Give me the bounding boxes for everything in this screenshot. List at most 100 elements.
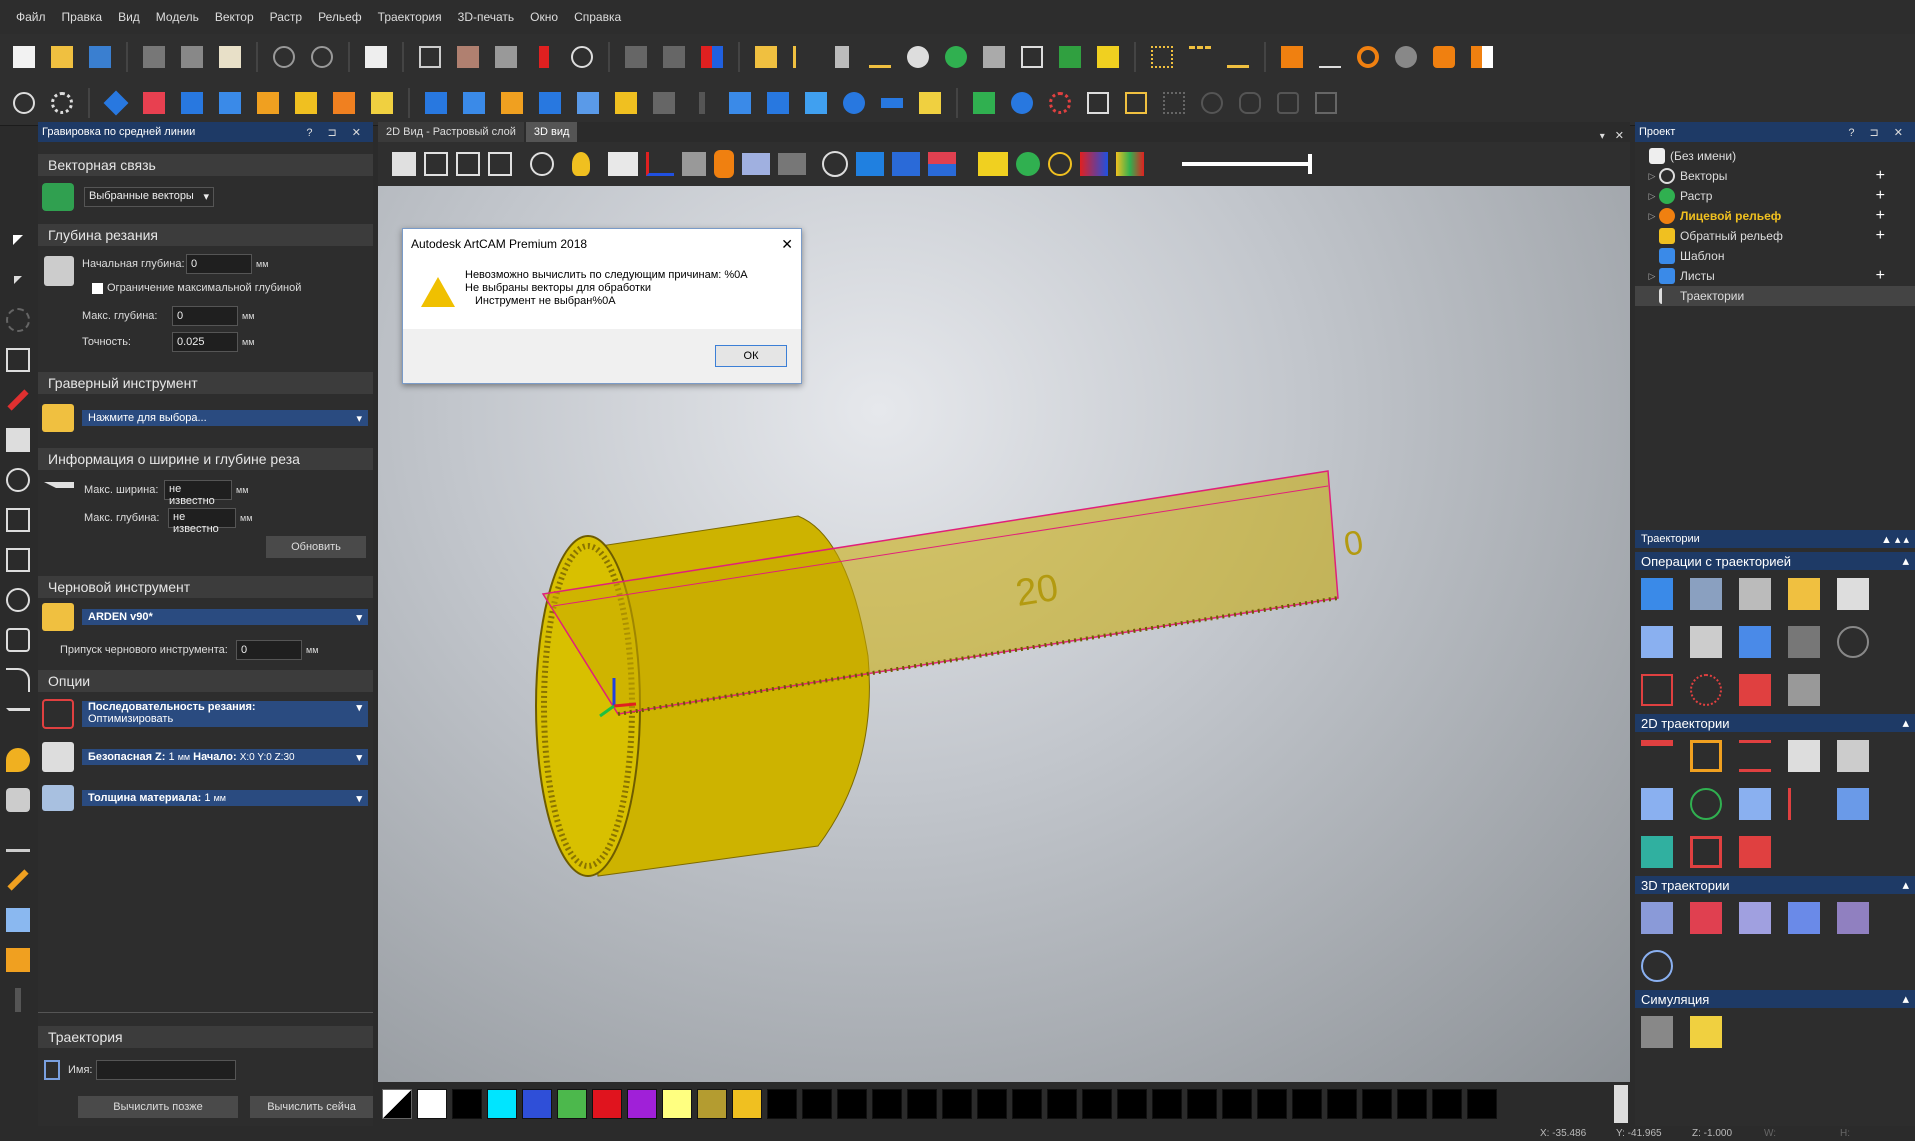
- 3d-red-icon[interactable]: [1690, 902, 1722, 934]
- collapse-icon[interactable]: ▴: [1902, 715, 1909, 731]
- collapse-icon[interactable]: ▴: [1902, 877, 1909, 893]
- brush-tool[interactable]: [0, 860, 36, 900]
- color-swatch[interactable]: [907, 1089, 937, 1119]
- tree-item-template[interactable]: Шаблон: [1635, 246, 1915, 266]
- color-swatch[interactable]: [872, 1089, 902, 1119]
- relief-op-29[interactable]: [1234, 87, 1266, 119]
- add-relief-icon[interactable]: +: [1876, 207, 1885, 225]
- panel-title-buttons[interactable]: ? ⊐ ✕: [306, 126, 367, 139]
- color-swatch[interactable]: [522, 1089, 552, 1119]
- save-toolpath-icon[interactable]: [1641, 578, 1673, 610]
- vector-tool-6[interactable]: [978, 41, 1010, 73]
- tree-item-sheets[interactable]: ▷ Листы +: [1635, 266, 1915, 286]
- add-relief-button[interactable]: [968, 87, 1000, 119]
- add-raster-icon[interactable]: +: [1876, 187, 1885, 205]
- relief-tool-5[interactable]: [1428, 41, 1460, 73]
- quality-slider[interactable]: [1182, 154, 1312, 174]
- drop-tool[interactable]: [0, 740, 36, 780]
- smudge-tool[interactable]: [0, 980, 36, 1020]
- snap-button[interactable]: [620, 41, 652, 73]
- tab-3d-view[interactable]: 3D вид: [525, 122, 578, 142]
- relief-op-25[interactable]: [1082, 87, 1114, 119]
- green-cross-icon[interactable]: [1690, 788, 1722, 820]
- vector-tool-5[interactable]: [940, 41, 972, 73]
- rotate-tool[interactable]: [0, 300, 36, 340]
- sculpt-tool[interactable]: [0, 780, 36, 820]
- color-wedge-icon[interactable]: [1116, 152, 1144, 176]
- color-swatch[interactable]: [1152, 1089, 1182, 1119]
- gray-grid-icon[interactable]: [1788, 626, 1820, 658]
- tab-menu-icon[interactable]: ▾: [1600, 131, 1605, 142]
- color-swatch[interactable]: [662, 1089, 692, 1119]
- color-swatch[interactable]: [1222, 1089, 1252, 1119]
- menu-toolpath[interactable]: Траектория: [370, 0, 450, 34]
- blue-plate-icon[interactable]: [742, 153, 770, 175]
- 3d-layers-icon[interactable]: [1739, 902, 1771, 934]
- expand-icon[interactable]: ▷: [1645, 191, 1659, 202]
- menu-relief[interactable]: Рельеф: [310, 0, 370, 34]
- relief-op-3[interactable]: [176, 87, 208, 119]
- fill-tool[interactable]: [0, 420, 36, 460]
- new-file-button[interactable]: [8, 41, 40, 73]
- relief-op-5[interactable]: [252, 87, 284, 119]
- add-back-relief-icon[interactable]: +: [1876, 227, 1885, 245]
- axes-icon[interactable]: [646, 152, 674, 176]
- menu-vector[interactable]: Вектор: [207, 0, 262, 34]
- panel-pin-icon[interactable]: ▲ ▴ ▴: [1881, 533, 1909, 546]
- pocket-icon[interactable]: [1690, 740, 1722, 772]
- max-depth-input[interactable]: [172, 306, 238, 326]
- vector-tool-8[interactable]: [1054, 41, 1086, 73]
- relief-op-8[interactable]: [366, 87, 398, 119]
- color-swatch[interactable]: [977, 1089, 1007, 1119]
- color-swatch[interactable]: [1397, 1089, 1427, 1119]
- relief-op-19[interactable]: [800, 87, 832, 119]
- orange-cylinder-icon[interactable]: [714, 150, 734, 178]
- circle-tool[interactable]: [0, 580, 36, 620]
- color-swatch[interactable]: [1117, 1089, 1147, 1119]
- dialog-close-button[interactable]: ✕: [781, 236, 793, 253]
- zoom-fit-icon[interactable]: [530, 152, 554, 176]
- relief-op-12[interactable]: [534, 87, 566, 119]
- relief-op-17[interactable]: [724, 87, 756, 119]
- relief-op-16[interactable]: [686, 87, 718, 119]
- layers-stack-icon[interactable]: [1739, 788, 1771, 820]
- hatch-icon[interactable]: [1739, 740, 1771, 772]
- blue-lines-icon[interactable]: [1837, 788, 1869, 820]
- menu-window[interactable]: Окно: [522, 0, 566, 34]
- relief-tool-2[interactable]: [1314, 41, 1346, 73]
- gray-block-icon[interactable]: [682, 152, 706, 176]
- expand-icon[interactable]: ▷: [1645, 271, 1659, 282]
- color-swatch[interactable]: [592, 1089, 622, 1119]
- red-blue-layer-icon[interactable]: [928, 152, 956, 176]
- color-pyramid-icon[interactable]: [1080, 152, 1108, 176]
- vector-tool-3[interactable]: [864, 41, 896, 73]
- collapse-icon[interactable]: ▴: [1902, 553, 1909, 569]
- notes-button[interactable]: [360, 41, 392, 73]
- color-swatch[interactable]: [1467, 1089, 1497, 1119]
- origin-button[interactable]: [528, 41, 560, 73]
- eraser-tool[interactable]: [0, 900, 36, 940]
- blue-grid-icon[interactable]: [1739, 626, 1771, 658]
- color-swatch[interactable]: [802, 1089, 832, 1119]
- rough-tool-select[interactable]: ARDEN v90* ▾: [82, 609, 368, 625]
- project-title-buttons[interactable]: ? ⊐ ✕: [1848, 126, 1909, 139]
- relief-op-20[interactable]: [838, 87, 870, 119]
- red-dots-icon[interactable]: [1690, 674, 1722, 706]
- star-search-icon[interactable]: [1048, 152, 1072, 176]
- vector-tool-4[interactable]: [902, 41, 934, 73]
- relief-op-7[interactable]: [328, 87, 360, 119]
- color-swatch[interactable]: [1362, 1089, 1392, 1119]
- tree-item-front-relief[interactable]: ▷ Лицевой рельеф +: [1635, 206, 1915, 226]
- relief-op-4[interactable]: [214, 87, 246, 119]
- settings-button[interactable]: [46, 87, 78, 119]
- undo-button[interactable]: [268, 41, 300, 73]
- gray-plate-icon[interactable]: [778, 153, 806, 175]
- color-swatch[interactable]: [1047, 1089, 1077, 1119]
- drill-profile-icon[interactable]: [1837, 740, 1869, 772]
- paint-tool[interactable]: [0, 940, 36, 980]
- paint-bucket-icon[interactable]: [1690, 626, 1722, 658]
- color-swatch[interactable]: [557, 1089, 587, 1119]
- polygon-tool[interactable]: [0, 620, 36, 660]
- color-swatch[interactable]: [837, 1089, 867, 1119]
- rectangle-tool[interactable]: [0, 540, 36, 580]
